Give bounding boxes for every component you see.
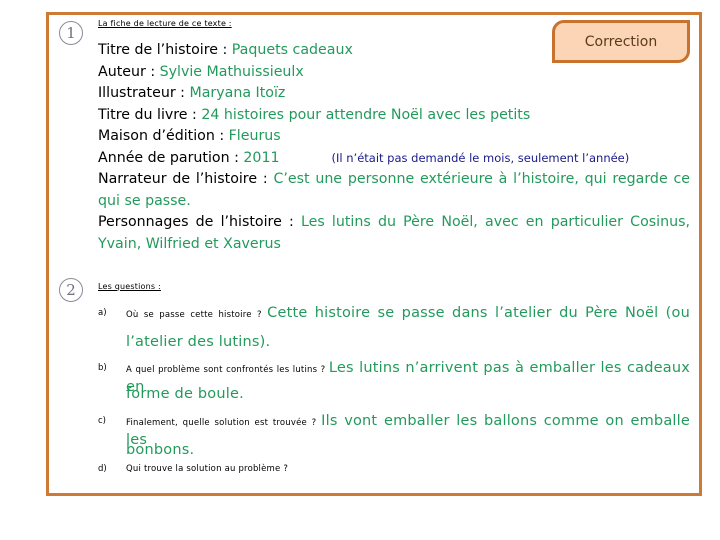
question-letter: b) [98,363,107,373]
fiche-livre-label: Titre du livre : [98,106,202,123]
fiche-livre: Titre du livre : 24 histoires pour atten… [98,105,690,127]
fiche-illustrateur-label: Illustrateur : [98,85,190,101]
fiche-illustrateur: Illustrateur : Maryana Itoïz [98,83,690,105]
fiche-edition-value: Fleurus [228,128,281,144]
fiche-titre: Titre de l’histoire : Paquets cadeaux [98,40,690,62]
fiche-annee-label: Année de parution : [98,149,244,166]
fiche-auteur: Auteur : Sylvie Mathuissieulx [98,62,690,84]
fiche-narrateur: Narrateur de l’histoire : C’est une pers… [98,169,690,212]
question-letter: c) [98,416,106,426]
fiche-annee: Année de parution : 2011 (Il n’était pas … [98,148,690,170]
answer-continuation: forme de boule. [126,386,244,402]
section-heading-fiche: La fiche de lecture de ce texte : [98,19,232,28]
question-line: Finalement, quelle solution est trouvée … [126,410,690,448]
question-text: A quel problème sont confrontés les luti… [126,365,329,375]
fiche-titre-label: Titre de l’histoire : [98,42,232,58]
section-number-2-icon: 2 [59,278,83,302]
fiche-narrateur-label: Narrateur de l’histoire : [98,171,274,187]
fiche-illustrateur-value: Maryana Itoïz [189,85,286,101]
question-letter: d) [98,464,107,474]
question-text: Où se passe cette histoire ? [126,310,268,320]
answer-text: Cette histoire se passe dans l’atelier d… [267,305,690,321]
answer-continuation: bonbons. [126,442,195,458]
fiche-auteur-value: Sylvie Mathuissieulx [159,63,304,80]
fiche-personnages: Personnages de l’histoire : Les lutins d… [98,212,690,255]
question-line: Où se passe cette histoire ? Cette histo… [126,302,690,321]
fiche-personnages-label: Personnages de l’histoire : [98,214,301,230]
fiche-titre-value: Paquets cadeaux [231,42,353,58]
question-letter: a) [98,308,107,318]
fiche-annee-note: (Il n’était pas demandé le mois, seuleme… [331,150,630,165]
fiche-edition-label: Maison d’édition : [98,128,229,144]
question-text: Qui trouve la solution au problème ? [126,464,289,474]
fiche-auteur-label: Auteur : [98,63,160,80]
section-heading-questions: Les questions : [98,282,161,291]
fiche-edition: Maison d’édition : Fleurus [98,126,690,148]
section-number-1-icon: 1 [59,21,83,45]
fiche-annee-value: 2011 [243,149,280,166]
answer-continuation: l’atelier des lutins). [126,334,271,350]
fiche-de-lecture: Titre de l’histoire : Paquets cadeaux Au… [98,40,690,255]
question-text: Finalement, quelle solution est trouvée … [126,418,322,428]
fiche-livre-value: 24 histoires pour attendre Noël avec les… [201,106,531,123]
